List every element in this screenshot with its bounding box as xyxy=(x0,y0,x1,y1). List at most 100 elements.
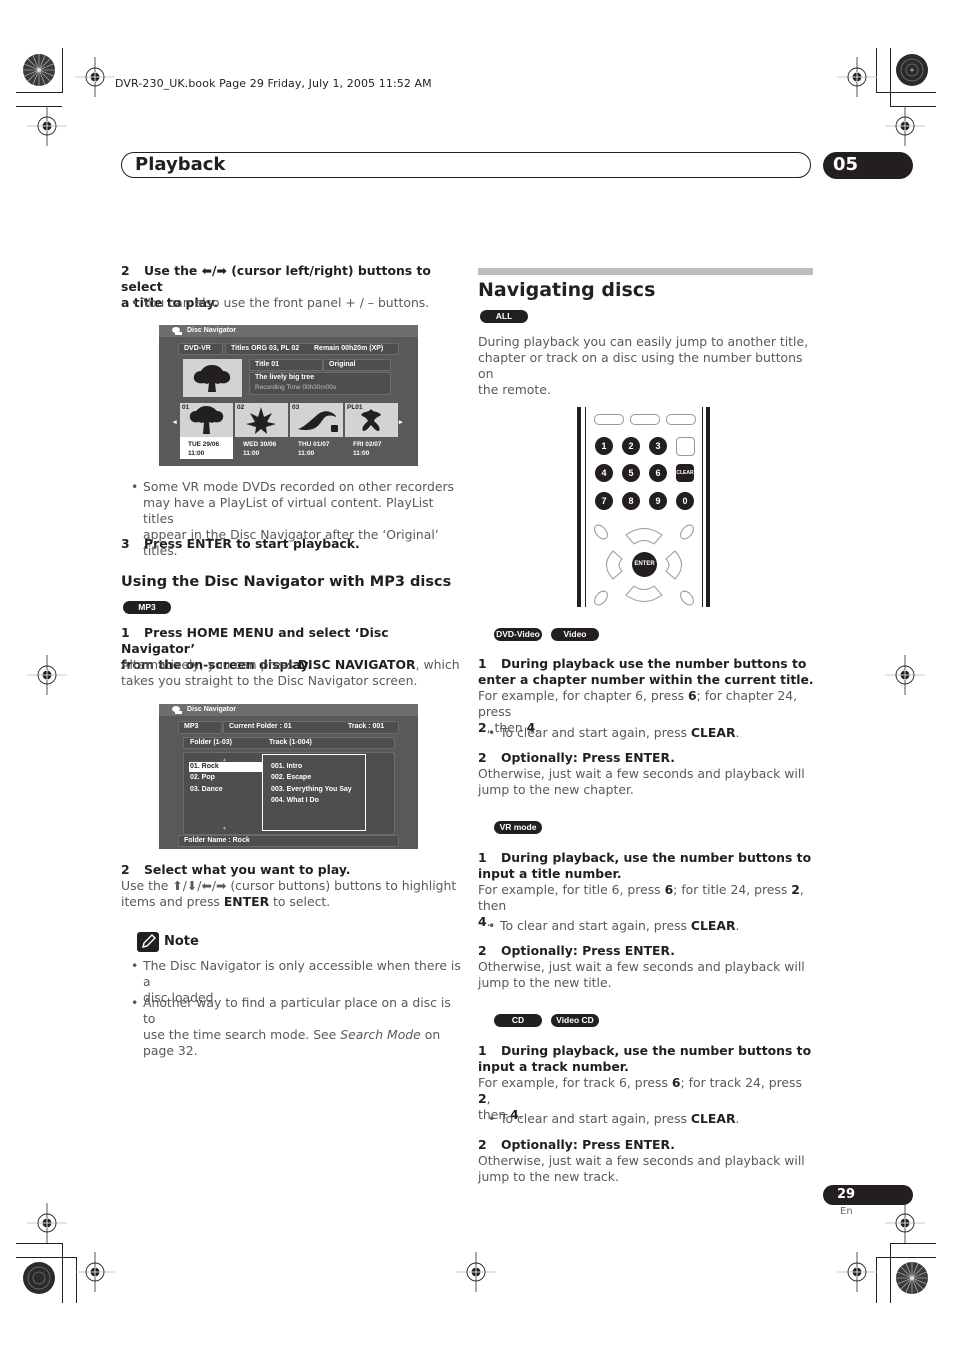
step-3-press-enter: 3 Press ENTER to start playback. xyxy=(121,536,360,551)
note-bullet-2: Another way to find a particular place o… xyxy=(121,995,466,1059)
disc-navigator-icon xyxy=(172,327,182,335)
navigating-intro: During playback you can easily jump to a… xyxy=(478,334,809,397)
folder-item[interactable]: 03. Dance xyxy=(190,785,223,795)
remote-button-2[interactable]: 2 xyxy=(622,437,640,455)
crop-mark xyxy=(16,1243,62,1245)
titles-info-box: Titles ORG 03, PL 02 Remain 00h20m (XP) xyxy=(225,343,399,355)
disc-navigator-screen-mp3: Disc Navigator MP3 Current Folder : 01 T… xyxy=(159,704,418,849)
video-cd-badge: Video CD xyxy=(551,1014,599,1027)
remote-button-8[interactable]: 8 xyxy=(622,492,640,510)
registration-mark-icon xyxy=(837,1252,877,1292)
registration-disc-icon xyxy=(23,1262,55,1294)
title-thumbnail xyxy=(183,359,242,397)
color-button[interactable] xyxy=(594,414,624,425)
mp3-step-2-body: Use the ⬆/⬇/⬅/➡ (cursor buttons) buttons… xyxy=(121,878,457,909)
registration-mark-icon xyxy=(27,1203,67,1243)
chapter-number-badge: 05 xyxy=(823,152,913,179)
title-step-1: 1 During playback, use the number buttons… xyxy=(478,850,812,881)
disc-navigator-icon xyxy=(172,706,182,714)
cd-badge: CD xyxy=(494,1014,542,1027)
search-mode-link[interactable]: Search Mode xyxy=(340,1027,421,1042)
note-heading: Note xyxy=(164,934,199,949)
crop-mark xyxy=(16,92,62,94)
title-detail-box: The lively big tree Recording Time 00h30… xyxy=(249,372,391,395)
remote-button-0[interactable]: 0 xyxy=(676,492,694,510)
track-otherwise: Otherwise, just wait a few seconds and p… xyxy=(478,1153,805,1184)
crop-mark xyxy=(62,48,64,93)
registration-mark-icon xyxy=(837,57,877,97)
chapter-otherwise: Otherwise, just wait a few seconds and p… xyxy=(478,766,805,797)
chapter-step-2: 2 Optionally: Press ENTER. xyxy=(478,750,675,765)
registration-mark-icon xyxy=(75,57,115,97)
chapter-clear-bullet: To clear and start again, press CLEAR. xyxy=(478,725,818,741)
remote-button-3[interactable]: 3 xyxy=(649,437,667,455)
playlist-thumb-pl01[interactable]: PL01 FRI 02/07 11:00 xyxy=(345,403,398,459)
registration-mark-icon xyxy=(885,655,925,695)
folder-name-box: Folder Name : Rock xyxy=(178,835,399,847)
color-button[interactable] xyxy=(630,414,660,425)
title-thumb-01[interactable]: 01 TUE 29/06 11:00 xyxy=(180,403,233,459)
remote-button-9[interactable]: 9 xyxy=(649,492,667,510)
track-item[interactable]: 001. Intro xyxy=(271,762,302,772)
track-item[interactable]: 003. Everything You Say xyxy=(271,785,352,795)
registration-starburst-icon xyxy=(896,1262,928,1294)
osd-title-bar: Disc Navigator xyxy=(159,325,418,337)
crop-mark xyxy=(876,1257,936,1259)
track-step-2: 2 Optionally: Press ENTER. xyxy=(478,1137,675,1152)
title-clear-bullet: To clear and start again, press CLEAR. xyxy=(478,918,818,934)
folder-item[interactable]: 02. Pop xyxy=(190,773,215,783)
registration-starburst-icon xyxy=(23,54,55,86)
title-type-box: Original xyxy=(323,359,391,371)
scroll-down-icon[interactable]: ▼ xyxy=(222,824,227,834)
remote-button-6[interactable]: 6 xyxy=(649,464,667,482)
remote-clear-button[interactable]: CLEAR xyxy=(676,464,694,482)
title-thumb-02[interactable]: 02 WED 30/06 11:00 xyxy=(235,403,288,459)
registration-mark-icon xyxy=(27,655,67,695)
registration-mark-icon xyxy=(885,106,925,146)
scroll-right-arrow-icon[interactable]: ▸ xyxy=(399,418,403,428)
remote-button-4[interactable]: 4 xyxy=(595,464,613,482)
navigating-discs-heading: Navigating discs xyxy=(478,279,656,301)
track-list-panel: 001. Intro 002. Escape 003. Everything Y… xyxy=(262,754,366,831)
remote-button-5[interactable]: 5 xyxy=(622,464,640,482)
all-discs-badge: ALL xyxy=(480,310,528,323)
scroll-left-arrow-icon[interactable]: ◂ xyxy=(173,418,177,428)
vr-mode-badge: VR mode xyxy=(494,821,542,834)
disc-type-box: MP3 xyxy=(178,721,222,734)
chapter-step-1: 1 During playback use the number buttons … xyxy=(478,656,814,687)
chapter-title-bar: Playback xyxy=(121,152,811,178)
disc-type-box: DVD-VR xyxy=(178,343,223,355)
track-clear-bullet: To clear and start again, press CLEAR. xyxy=(478,1111,818,1127)
track-item[interactable]: 002. Escape xyxy=(271,773,311,783)
registration-mark-icon xyxy=(27,106,67,146)
crop-mark xyxy=(890,1243,936,1245)
remote-button-1[interactable]: 1 xyxy=(595,437,613,455)
crop-mark xyxy=(876,92,936,94)
front-panel-bullet: You can also use the front panel + / – b… xyxy=(121,295,466,311)
disc-navigator-screen-dvd-vr: Disc Navigator DVD-VR Titles ORG 03, PL … xyxy=(159,325,418,466)
osd-title-bar: Disc Navigator xyxy=(159,704,418,716)
registration-mark-icon xyxy=(75,1252,115,1292)
section-divider xyxy=(478,268,813,275)
mp3-step-2: 2 Select what you want to play. xyxy=(121,862,351,877)
remote-enter-button[interactable]: ENTER xyxy=(632,552,657,577)
registration-mark-icon xyxy=(885,1203,925,1243)
remote-blank-button[interactable] xyxy=(676,437,695,456)
chapter-title: Playback xyxy=(135,154,226,175)
chapter-number: 05 xyxy=(833,154,859,175)
registration-disc-icon xyxy=(896,54,928,86)
title-thumb-03[interactable]: 03 THU 01/07 11:00 xyxy=(290,403,343,459)
folder-item[interactable]: 01. Rock xyxy=(190,762,219,772)
page-number-badge: 29 xyxy=(823,1185,913,1205)
track-step-1: 1 During playback, use the number buttons… xyxy=(478,1043,812,1074)
book-info-header: DVR-230_UK.book Page 29 Friday, July 1, … xyxy=(115,77,432,90)
title-otherwise: Otherwise, just wait a few seconds and p… xyxy=(478,959,805,990)
mp3-step-1-body: Alternatively, you can press DISC NAVIGA… xyxy=(121,657,460,688)
track-item[interactable]: 004. What I Do xyxy=(271,796,319,806)
remote-control-illustration: 1 2 3 4 5 6 CLEAR 7 8 9 0 ENTER xyxy=(577,407,711,607)
remote-button-7[interactable]: 7 xyxy=(595,492,613,510)
mp3-section-heading: Using the Disc Navigator with MP3 discs xyxy=(121,574,452,590)
color-button[interactable] xyxy=(666,414,696,425)
current-position-box: Current Folder : 01 Track : 001 xyxy=(223,721,399,734)
title-step-2: 2 Optionally: Press ENTER. xyxy=(478,943,675,958)
